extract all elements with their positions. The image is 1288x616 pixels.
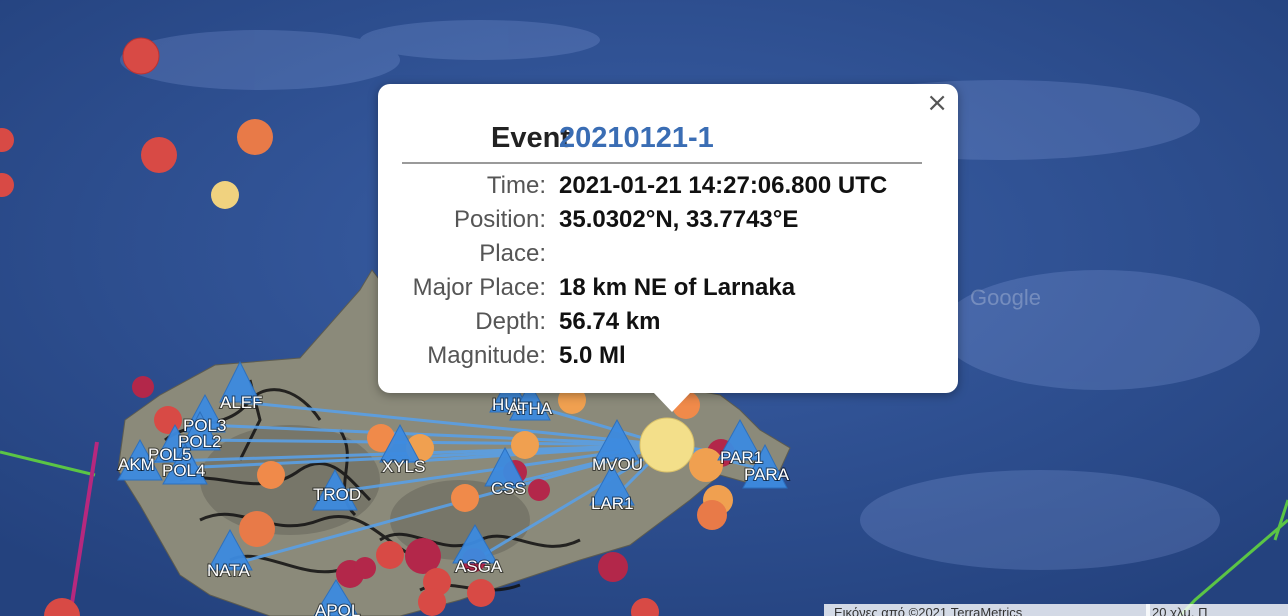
- station-label: POL4: [162, 461, 205, 480]
- field-place: Place:: [378, 240, 958, 274]
- event-marker[interactable]: [467, 579, 495, 607]
- map-watermark: Google: [970, 285, 1041, 310]
- event-marker[interactable]: [418, 588, 446, 616]
- field-time: Time: 2021-01-21 14:27:06.800 UTC: [378, 172, 958, 206]
- field-value: 5.0 Ml: [559, 342, 626, 369]
- event-marker[interactable]: [451, 484, 479, 512]
- event-marker[interactable]: [257, 461, 285, 489]
- field-magnitude: Magnitude: 5.0 Ml: [378, 342, 958, 376]
- event-marker[interactable]: [511, 431, 539, 459]
- event-marker[interactable]: [376, 541, 404, 569]
- close-icon[interactable]: ×: [926, 90, 948, 116]
- event-marker[interactable]: [239, 511, 275, 547]
- popup-title-row: Event 20210121-1: [402, 122, 922, 164]
- station-label: TROD: [313, 485, 361, 504]
- field-label: Magnitude:: [427, 342, 546, 369]
- station-label: AKM: [118, 455, 155, 474]
- event-marker[interactable]: [132, 376, 154, 398]
- event-marker[interactable]: [598, 552, 628, 582]
- event-marker-selected[interactable]: [639, 417, 695, 473]
- event-id-link[interactable]: 20210121-1: [559, 122, 714, 155]
- field-value: 2021-01-21 14:27:06.800 UTC: [559, 172, 888, 199]
- station-label: MVOU: [592, 455, 643, 474]
- event-marker[interactable]: [528, 479, 550, 501]
- station-label: XYLS: [382, 457, 425, 476]
- field-value: 18 km NE of Larnaka: [559, 274, 796, 301]
- station-label: LAR1: [591, 494, 634, 513]
- field-label: Major Place:: [412, 274, 546, 301]
- field-label: Depth:: [475, 308, 546, 335]
- event-marker[interactable]: [141, 137, 177, 173]
- field-label: Position:: [453, 206, 546, 233]
- station-label: PARA: [744, 465, 790, 484]
- station-label: CSS: [491, 479, 526, 498]
- field-position: Position: 35.0302°N, 33.7743°E: [378, 206, 958, 240]
- event-marker[interactable]: [697, 500, 727, 530]
- field-depth: Depth: 56.74 km: [378, 308, 958, 342]
- station-label: NATA: [207, 561, 250, 580]
- map-attribution[interactable]: Εικόνες από ©2021 TerraMetrics: [824, 604, 1150, 616]
- field-label: Time:: [486, 172, 546, 199]
- station-label: ALEF: [220, 393, 263, 412]
- station-label: ATHA: [508, 399, 553, 418]
- event-marker[interactable]: [122, 37, 160, 75]
- station-label: ASGA: [455, 557, 503, 576]
- field-major-place: Major Place: 18 km NE of Larnaka: [378, 274, 958, 308]
- map-scale[interactable]: 20 χλμ. Π: [1146, 604, 1288, 616]
- field-value: 35.0302°N, 33.7743°E: [559, 206, 799, 233]
- event-popup: × Event 20210121-1 Time: 2021-01-21 14:2…: [378, 84, 958, 412]
- event-marker[interactable]: [237, 119, 273, 155]
- field-value: 56.74 km: [559, 308, 661, 335]
- station-label: APOL: [315, 601, 360, 616]
- field-label: Place:: [479, 240, 546, 267]
- event-marker[interactable]: [211, 181, 239, 209]
- event-marker[interactable]: [689, 448, 723, 482]
- event-marker[interactable]: [354, 557, 376, 579]
